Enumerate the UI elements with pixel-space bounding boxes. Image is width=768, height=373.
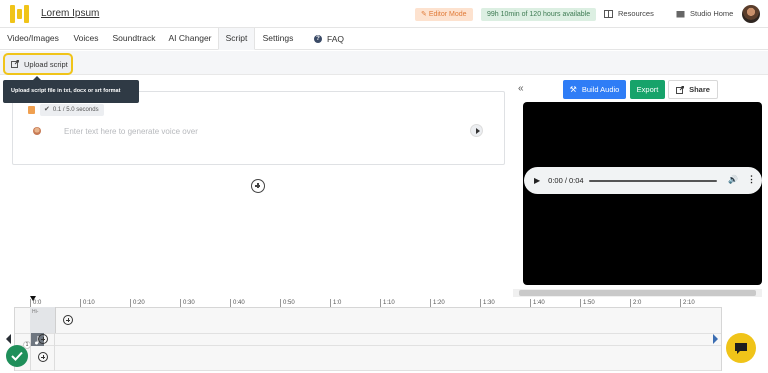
playhead[interactable] bbox=[30, 296, 36, 301]
hammer-icon: ⚒ bbox=[569, 85, 577, 94]
tab-ai-changer[interactable]: AI Changer bbox=[162, 28, 218, 50]
script-text-input[interactable]: Enter text here to generate voice over bbox=[64, 127, 198, 136]
preview-scrollbar[interactable] bbox=[513, 289, 762, 297]
chat-bubble-icon bbox=[735, 343, 747, 354]
audio-progress-bar[interactable] bbox=[589, 180, 717, 182]
collapse-panel-icon[interactable]: « bbox=[518, 83, 524, 94]
home-icon bbox=[676, 10, 685, 17]
editor-mode-badge[interactable]: ✎ Editor Mode bbox=[415, 8, 473, 21]
add-extra-clip-button[interactable] bbox=[38, 352, 48, 362]
tab-voices[interactable]: Voices bbox=[66, 28, 106, 50]
play-icon[interactable]: ▶ bbox=[534, 176, 540, 185]
audio-time: 0:00 / 0:04 bbox=[548, 176, 584, 185]
resources-link[interactable]: Resources bbox=[604, 9, 654, 18]
timeline-scroll-right-icon[interactable] bbox=[713, 334, 718, 344]
top-bar: Lorem Ipsum ✎ Editor Mode 99h 10min of 1… bbox=[0, 0, 768, 28]
add-script-block-button[interactable] bbox=[251, 179, 265, 193]
app-logo[interactable] bbox=[10, 5, 30, 23]
tab-faq[interactable]: ? FAQ bbox=[309, 28, 349, 50]
upload-file-icon bbox=[11, 60, 19, 68]
book-icon bbox=[604, 9, 613, 18]
pencil-icon: ✎ bbox=[421, 11, 429, 18]
export-button[interactable]: Export bbox=[630, 80, 665, 99]
more-options-icon[interactable]: ⋮ bbox=[747, 174, 756, 185]
speaker-avatar[interactable] bbox=[33, 127, 41, 135]
upload-script-button[interactable]: Upload script bbox=[3, 53, 73, 75]
script-toolbar: Upload script bbox=[0, 51, 768, 75]
help-icon: ? bbox=[313, 35, 322, 43]
chat-button[interactable] bbox=[726, 333, 756, 363]
notification-badge: 1 bbox=[23, 341, 31, 349]
music-track bbox=[15, 334, 721, 346]
tab-script[interactable]: Script bbox=[218, 28, 255, 50]
timeline-scroll-left-icon[interactable] bbox=[6, 334, 11, 344]
tab-settings[interactable]: Settings bbox=[255, 28, 301, 50]
upload-tooltip: Upload script file in txt, docx or srt f… bbox=[3, 76, 139, 103]
play-line-button[interactable] bbox=[470, 124, 483, 137]
hours-available-badge: 99h 10min of 120 hours available bbox=[481, 8, 597, 21]
tab-soundtrack[interactable]: Soundtrack bbox=[106, 28, 162, 50]
share-button[interactable]: Share bbox=[668, 80, 718, 99]
voice-clip[interactable]: Hi- bbox=[30, 307, 56, 333]
build-audio-button[interactable]: ⚒ Build Audio bbox=[563, 80, 626, 99]
audio-player[interactable]: ▶ 0:00 / 0:04 🔊 ⋮ bbox=[524, 167, 762, 194]
timeline-tracks bbox=[14, 307, 722, 371]
trash-icon[interactable] bbox=[28, 106, 35, 114]
add-voice-clip-button[interactable] bbox=[63, 315, 73, 325]
external-link-icon bbox=[676, 85, 685, 94]
main-tabs: Video/Images Voices Soundtrack AI Change… bbox=[0, 28, 768, 50]
check-icon: ✔ bbox=[44, 106, 50, 113]
project-name[interactable]: Lorem Ipsum bbox=[41, 8, 99, 19]
voice-track bbox=[15, 308, 721, 334]
studio-home-link[interactable]: Studio Home bbox=[676, 9, 733, 18]
duration-chip: ✔ 0.1 / 5.0 seconds bbox=[40, 104, 104, 116]
tab-video-images[interactable]: Video/Images bbox=[0, 28, 66, 50]
user-avatar[interactable] bbox=[742, 5, 760, 23]
extra-track bbox=[15, 346, 721, 371]
add-music-clip-button[interactable] bbox=[38, 334, 48, 344]
volume-icon[interactable]: 🔊 bbox=[728, 175, 738, 184]
